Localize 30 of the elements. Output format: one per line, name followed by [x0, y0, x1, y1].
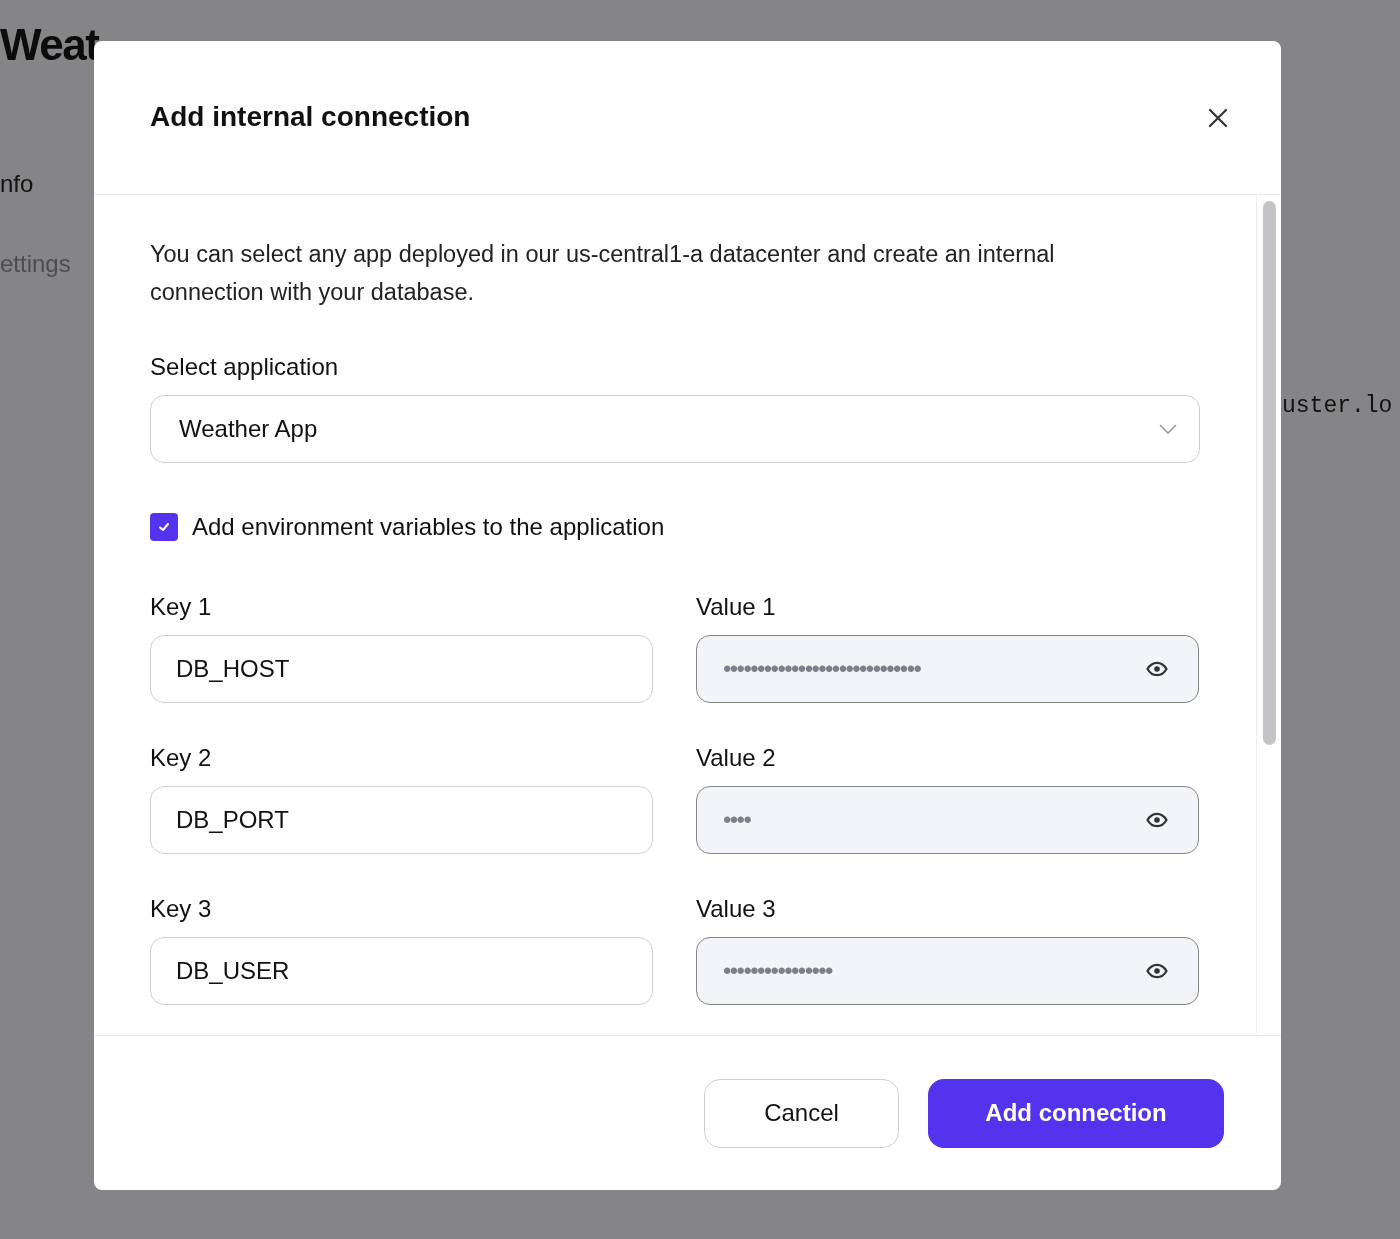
- code-text: uster.lo: [1282, 393, 1393, 419]
- eye-icon[interactable]: [1146, 661, 1168, 677]
- checkbox-label: Add environment variables to the application: [192, 513, 665, 541]
- field-label: Value 1: [696, 593, 777, 621]
- add-connection-button[interactable]: Add connection: [928, 1078, 1224, 1148]
- field-label: Value 3: [696, 895, 777, 923]
- value-input[interactable]: ••••: [696, 786, 1199, 854]
- field-label: Key 2: [150, 744, 213, 772]
- key-input[interactable]: DB_USER: [150, 937, 653, 1005]
- key-input[interactable]: DB_HOST: [150, 635, 653, 703]
- field-label: Key 3: [150, 895, 213, 923]
- eye-icon[interactable]: [1146, 963, 1168, 979]
- eye-icon[interactable]: [1146, 812, 1168, 828]
- description: You can select any app deployed in our us-central1-a datacenter and create an internal connection with your database.: [150, 240, 1056, 307]
- scrollbar-thumb[interactable]: [1262, 201, 1276, 745]
- dialog-title: Add internal connection: [150, 100, 471, 133]
- application-select[interactable]: Weather App: [150, 395, 1200, 463]
- chevron-down-icon: [1159, 423, 1177, 435]
- close-icon[interactable]: [1207, 106, 1229, 129]
- nav-item[interactable]: nfo: [0, 170, 34, 198]
- value-input[interactable]: ••••••••••••••••: [696, 937, 1199, 1005]
- check-icon: [157, 520, 171, 534]
- cancel-button[interactable]: Cancel: [704, 1078, 899, 1148]
- value-input[interactable]: •••••••••••••••••••••••••••••: [696, 635, 1199, 703]
- checkbox[interactable]: [150, 513, 178, 541]
- field-label: Select application: [150, 353, 340, 381]
- field-label: Value 2: [696, 744, 777, 772]
- page-title: Weat: [0, 20, 99, 70]
- key-input[interactable]: DB_PORT: [150, 786, 653, 854]
- field-label: Key 1: [150, 593, 213, 621]
